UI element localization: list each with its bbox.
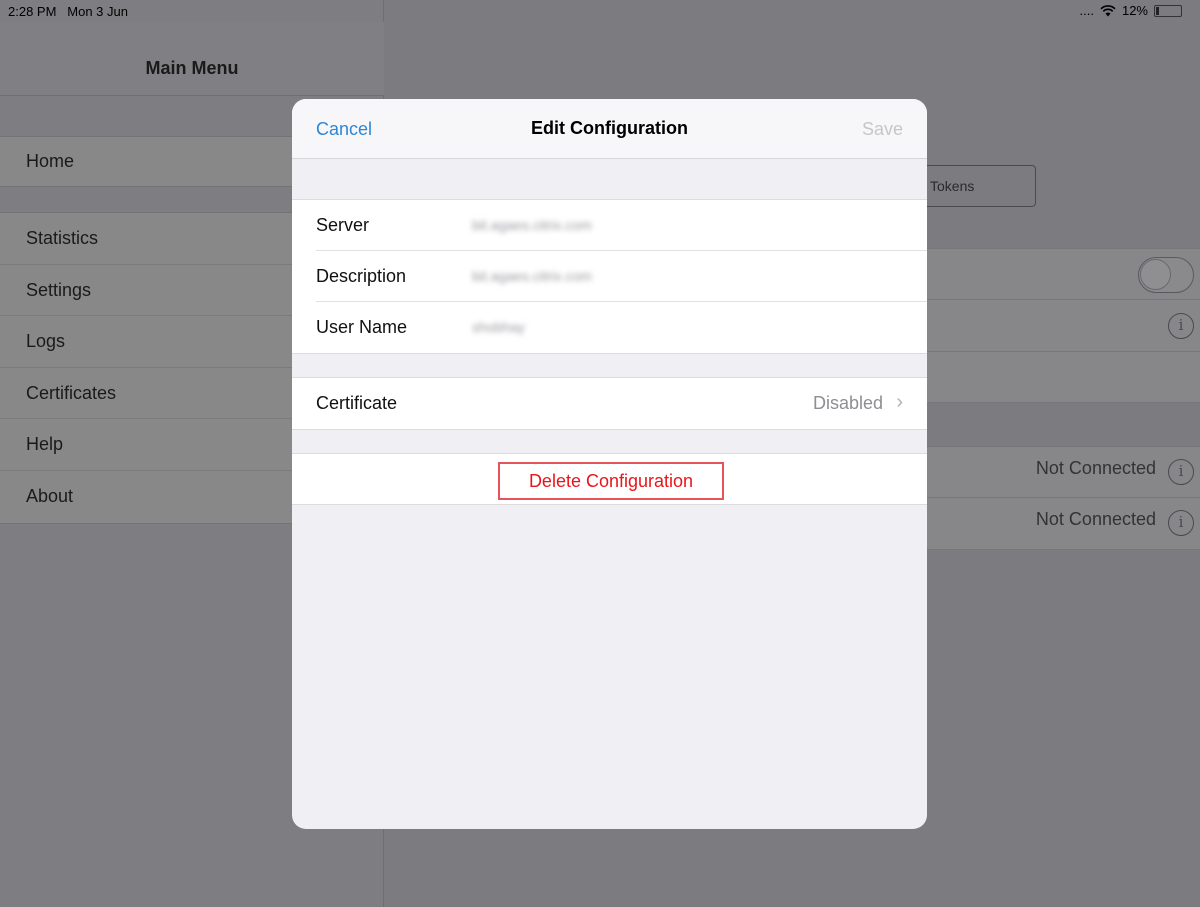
server-value[interactable]: bit.agaes.citrix.com xyxy=(472,217,592,233)
connection-status: Not Connected xyxy=(1035,458,1156,478)
toggle-knob xyxy=(1140,259,1171,290)
modal-title: Edit Configuration xyxy=(531,118,688,138)
connection-row[interactable]: Not Connected i xyxy=(915,446,1200,498)
description-label: Description xyxy=(316,266,407,286)
battery-percent: 12% xyxy=(1121,3,1148,18)
connection-status: Not Connected xyxy=(1035,509,1156,529)
toggle-switch[interactable] xyxy=(1138,257,1194,293)
status-date: Mon 3 Jun xyxy=(67,4,128,19)
connection-row[interactable]: Not Connected i xyxy=(915,498,1200,550)
certificate-status: Disabled xyxy=(812,393,883,413)
status-bar: 2:28 PM Mon 3 Jun .... 12% xyxy=(0,0,1200,22)
chevron-right-icon: › xyxy=(896,391,903,413)
server-row[interactable]: Server bit.agaes.citrix.com xyxy=(316,200,927,251)
certificate-label: Certificate xyxy=(316,393,398,413)
battery-fill xyxy=(1156,6,1159,15)
status-time: 2:28 PM xyxy=(8,4,57,19)
signal-indicator: .... xyxy=(1079,3,1094,18)
user-name-row[interactable]: User Name shobhay xyxy=(316,302,927,353)
battery-icon xyxy=(1154,4,1182,17)
info-icon[interactable]: i xyxy=(1168,510,1194,536)
edit-configuration-modal: Cancel Edit Configuration Save Server bi… xyxy=(292,99,927,829)
status-time-date: 2:28 PM Mon 3 Jun xyxy=(8,4,128,19)
wifi-icon xyxy=(1100,4,1116,16)
description-value[interactable]: bit.agaes.citrix.com xyxy=(472,268,592,284)
configuration-fields-group: Server bit.agaes.citrix.com Description … xyxy=(292,199,927,354)
background-info-row: i xyxy=(915,300,1200,352)
background-empty-row xyxy=(915,352,1200,403)
modal-nav-bar: Cancel Edit Configuration Save xyxy=(292,99,927,159)
save-button[interactable]: Save xyxy=(862,119,903,140)
delete-group: Delete Configuration xyxy=(292,453,927,505)
user-name-label: User Name xyxy=(316,317,408,337)
certificate-group: Certificate Disabled › xyxy=(292,377,927,430)
description-row[interactable]: Description bit.agaes.citrix.com xyxy=(316,251,927,302)
tokens-button[interactable]: Tokens xyxy=(915,165,1036,207)
certificate-row[interactable]: Certificate Disabled › xyxy=(316,378,927,429)
server-label: Server xyxy=(316,215,370,235)
delete-configuration-button[interactable]: Delete Configuration xyxy=(498,462,724,500)
sidebar-title: Main Menu xyxy=(145,58,239,78)
sidebar-header: Main Menu xyxy=(0,22,384,96)
info-icon[interactable]: i xyxy=(1168,459,1194,485)
background-toggle-row xyxy=(915,248,1200,300)
user-name-value[interactable]: shobhay xyxy=(472,319,525,335)
status-indicators: .... 12% xyxy=(1080,3,1182,18)
info-icon[interactable]: i xyxy=(1168,313,1194,339)
